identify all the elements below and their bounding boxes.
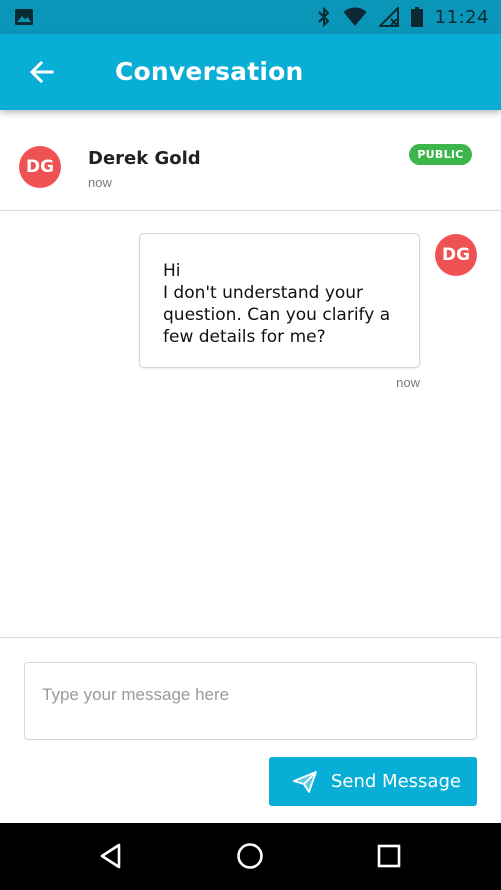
bluetooth-icon — [317, 7, 330, 27]
app-bar: Conversation — [0, 34, 501, 110]
status-badge: PUBLIC — [409, 144, 472, 165]
composer-divider — [0, 637, 501, 638]
send-message-button[interactable]: Send Message — [269, 757, 477, 806]
message-line: question. Can you clarify a — [163, 305, 391, 325]
home-circle-icon[interactable] — [233, 839, 267, 873]
message-line: Hi — [163, 261, 181, 281]
paper-plane-icon — [293, 770, 317, 793]
message-list: Hi I don't understand your question. Can… — [0, 212, 501, 637]
message-timestamp: now — [396, 375, 420, 390]
image-icon — [15, 9, 33, 25]
recents-square-icon[interactable] — [372, 839, 406, 873]
message-avatar: DG — [435, 234, 477, 276]
message-input-container — [24, 662, 477, 740]
conversation-header: DG Derek Gold now PUBLIC — [0, 110, 501, 211]
status-bar: 11:24 — [0, 0, 501, 34]
header-timestamp: now — [88, 175, 112, 190]
wifi-icon — [343, 7, 367, 26]
message-bubble: Hi I don't understand your question. Can… — [139, 233, 420, 368]
battery-icon — [410, 7, 423, 27]
message-line: few details for me? — [163, 327, 326, 347]
send-button-label: Send Message — [331, 771, 461, 792]
message-line: I don't understand your — [163, 283, 364, 303]
system-nav-bar — [0, 823, 501, 890]
arrow-left-icon[interactable] — [26, 56, 58, 88]
message-input[interactable] — [25, 663, 476, 739]
avatar: DG — [19, 146, 61, 188]
contact-name: Derek Gold — [88, 148, 201, 169]
signal-off-icon — [378, 7, 399, 27]
back-triangle-icon[interactable] — [94, 839, 128, 873]
page-title: Conversation — [115, 57, 304, 86]
status-time: 11:24 — [434, 6, 489, 28]
